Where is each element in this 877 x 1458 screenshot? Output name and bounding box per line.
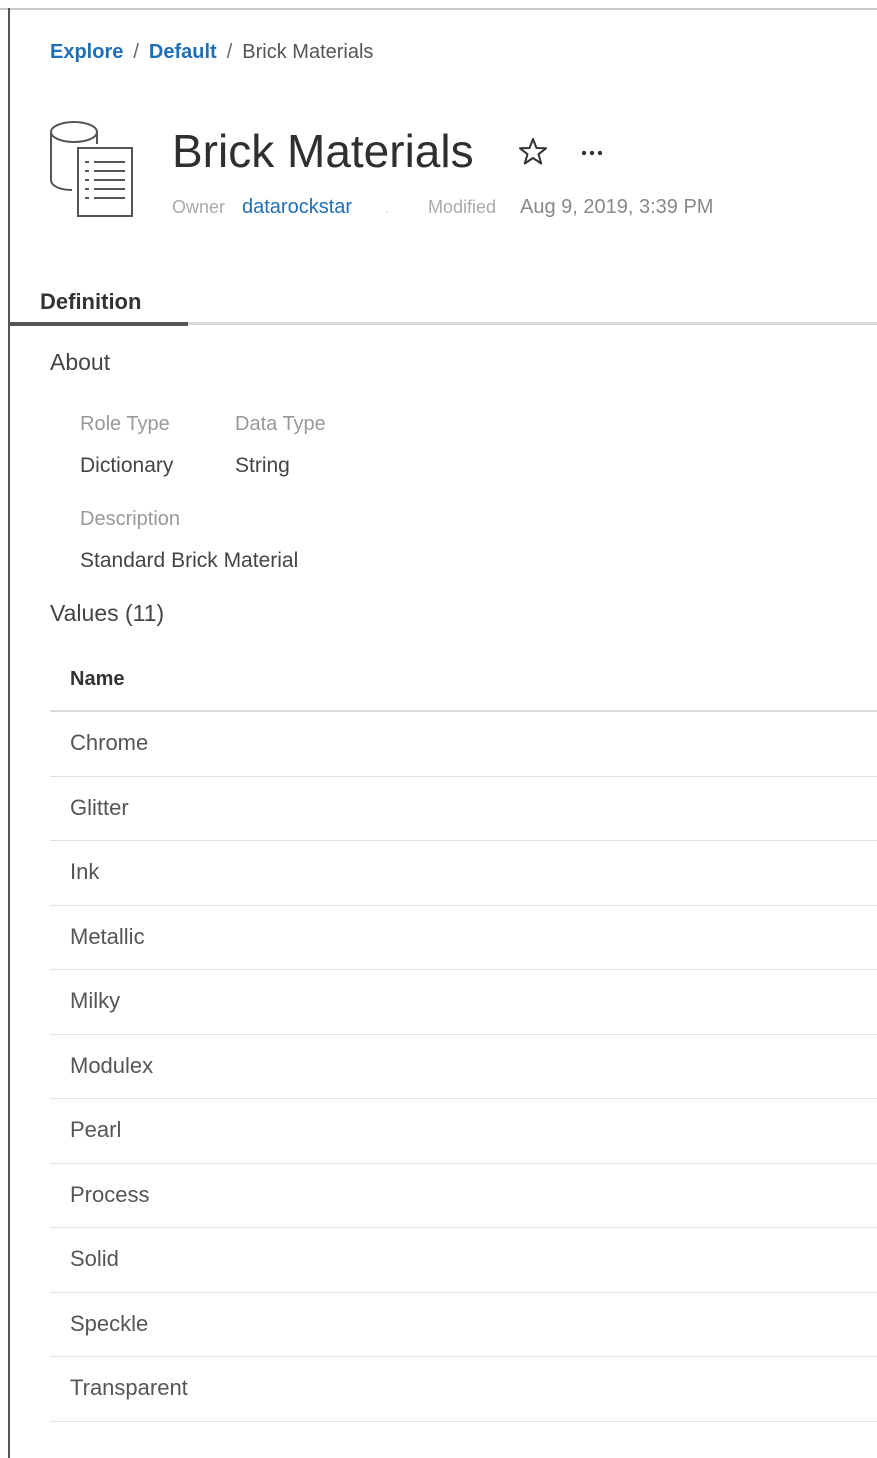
modified-label: Modified [428, 197, 497, 217]
row-name-cell: Modulex [70, 1052, 154, 1078]
table-row[interactable]: Metallic [50, 906, 877, 970]
window-top-border [0, 8, 877, 10]
breadcrumb-separator: / [133, 41, 139, 63]
breadcrumb-default-link[interactable]: Default [149, 41, 217, 63]
about-heading: About [50, 349, 111, 375]
row-name-cell: Transparent [70, 1375, 188, 1400]
page-title: Brick Materials [172, 125, 474, 177]
owner-label: Owner [172, 197, 226, 217]
row-name-cell: Speckle [70, 1310, 149, 1336]
breadcrumb-separator: / [226, 41, 233, 63]
table-row[interactable]: Pearl [50, 1099, 877, 1164]
data-type-label: Data Type [235, 413, 326, 435]
window-left-border [8, 8, 10, 1458]
meta-separator-dot: · [385, 203, 390, 219]
breadcrumb: Explore / Default / Brick Materials [50, 40, 373, 64]
table-row[interactable]: Ink [50, 841, 877, 906]
table-row[interactable]: Milky [50, 970, 877, 1035]
table-row[interactable]: Solid [50, 1228, 877, 1293]
row-name-cell: Milky [70, 988, 121, 1013]
owner-link[interactable]: datarockstar [242, 194, 352, 220]
table-row[interactable]: Process [50, 1164, 877, 1228]
row-name-cell: Process [70, 1181, 150, 1207]
row-name-cell: Chrome [70, 730, 149, 755]
data-type-value: String [235, 454, 290, 477]
row-name-cell: Glitter [70, 794, 129, 820]
description-label: Description [80, 508, 181, 530]
row-name-cell: Pearl [70, 1117, 122, 1142]
role-type-value: Dictionary [80, 454, 174, 477]
column-header-name[interactable]: Name [70, 666, 124, 692]
table-header: Name [50, 650, 877, 712]
values-heading: Values (11) [50, 600, 165, 626]
role-type-label: Role Type [80, 413, 170, 435]
dictionary-icon [50, 121, 133, 217]
table-row[interactable]: Transparent [50, 1357, 877, 1422]
favorite-star-icon[interactable] [517, 136, 549, 168]
tab-definition-label: Definition [40, 289, 142, 314]
active-tab-indicator [10, 322, 188, 326]
tab-definition[interactable]: Definition [10, 280, 188, 326]
breadcrumb-explore-link[interactable]: Explore [50, 41, 123, 63]
row-name-cell: Ink [70, 859, 100, 884]
values-table: Name Chrome Glitter Ink Metallic Milky M… [50, 650, 877, 1422]
row-name-cell: Solid [70, 1246, 119, 1271]
table-row[interactable]: Glitter [50, 777, 877, 841]
table-row[interactable]: Modulex [50, 1035, 877, 1099]
row-name-cell: Metallic [70, 923, 145, 949]
table-row[interactable]: Chrome [50, 712, 877, 777]
breadcrumb-current: Brick Materials [242, 41, 374, 63]
description-value: Standard Brick Material [80, 549, 299, 572]
more-actions-icon[interactable] [577, 137, 609, 169]
table-row[interactable]: Speckle [50, 1293, 877, 1357]
modified-date: Aug 9, 2019, 3:39 PM [520, 196, 714, 218]
